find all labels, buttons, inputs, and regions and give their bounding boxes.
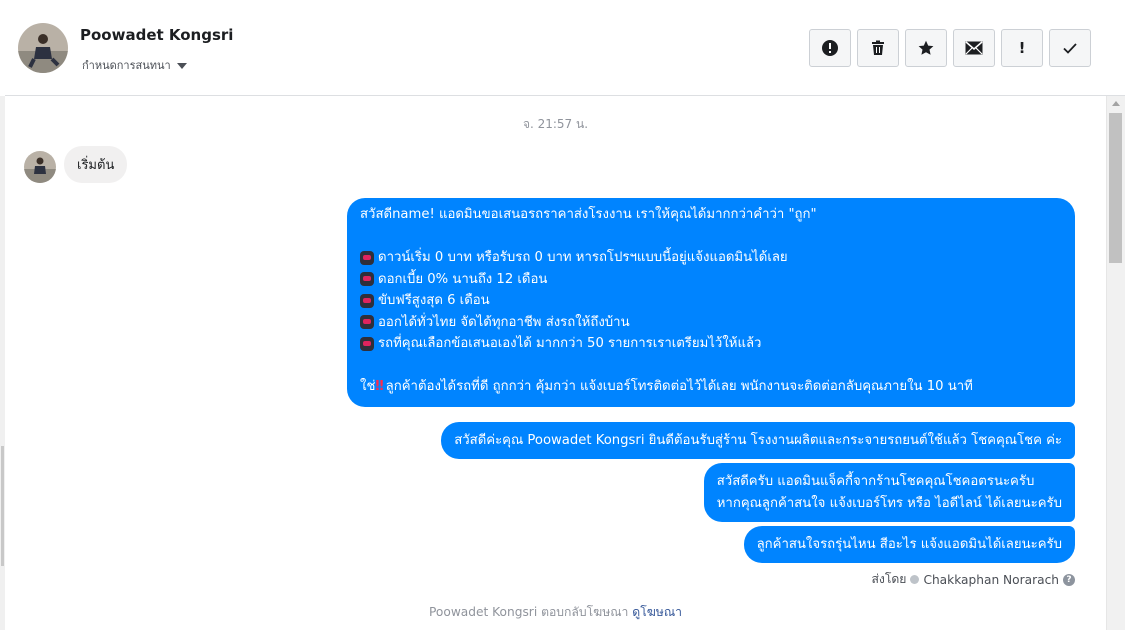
message-timestamp: จ. 21:57 น. — [522, 117, 589, 131]
outgoing-message-2: สวัสดีค่ะคุณ Poowadet Kongsri ยินดีต้อนร… — [441, 422, 1075, 459]
follow-up-button[interactable]: ! — [1001, 29, 1043, 67]
assign-label: กำหนดการสนทนา — [82, 59, 171, 72]
assign-conversation-dropdown[interactable]: กำหนดการสนทนา — [82, 56, 187, 74]
sent-by-info: ส่งโดย Chakkaphan Norarach ? — [871, 570, 1075, 589]
delete-button[interactable] — [857, 29, 899, 67]
view-ad-link[interactable]: ดูโฆษณา — [632, 605, 682, 619]
message-line: ใช่ ‼ ลูกค้าต้องได้รถที่ดี ถูกกว่า คุ้มก… — [360, 376, 1062, 398]
bullet-text: ออกได้ทั่วไทย จัดได้ทุกอาชีพ ส่งรถให้ถึง… — [378, 314, 630, 330]
done-button[interactable] — [1049, 29, 1091, 67]
car-emoji-icon — [360, 315, 374, 330]
message-prefix: ใช่ — [360, 379, 376, 394]
checkmark-icon — [1063, 43, 1077, 54]
message-bullet: ออกได้ทั่วไทย จัดได้ทุกอาชีพ ส่งรถให้ถึง… — [360, 312, 1062, 334]
outgoing-message-4: ลูกค้าสนใจรถรุ่นไหน สีอะไร แจ้งแอดมินได้… — [743, 526, 1075, 563]
star-button[interactable] — [905, 29, 947, 67]
message-text: ลูกค้าต้องได้รถที่ดี ถูกกว่า คุ้มกว่า แจ… — [385, 379, 973, 394]
exclamation-icon: ! — [1018, 39, 1026, 57]
conversation-header: Poowadet Kongsri กำหนดการสนทนา ! — [5, 0, 1125, 96]
envelope-icon — [965, 41, 983, 55]
car-emoji-icon — [360, 336, 374, 351]
bullet-text: ดอกเบี้ย 0% นานถึง 12 เดือน — [378, 271, 548, 287]
ad-reply-text: Poowadet Kongsri ตอบกลับโฆษณา — [429, 605, 629, 619]
sender-avatar — [24, 151, 56, 183]
ad-reply-note: Poowadet Kongsri ตอบกลับโฆษณา ดูโฆษณา — [5, 603, 1106, 622]
star-icon — [918, 40, 934, 55]
contact-avatar[interactable] — [18, 23, 68, 73]
incoming-message: เริ่มต้น — [64, 146, 128, 183]
message-line: สวัสดีครับ แอดมินแจ็คกี้จากร้านโชคคุณโชค… — [716, 474, 1035, 489]
caret-down-icon — [176, 62, 187, 69]
car-emoji-icon — [360, 272, 374, 287]
bullet-text: รถที่คุณเลือกข้อเสนอเองได้ มากกว่า 50 รา… — [378, 336, 762, 351]
outgoing-message-1: สวัสดีname! แอดมินขอเสนอรถราคาส่งโรงงาน … — [347, 198, 1075, 407]
conversation-actions: ! — [809, 29, 1091, 67]
help-icon[interactable]: ? — [1063, 573, 1075, 586]
bullet-text: ดาวน์เริ่ม 0 บาท หรือรับรถ 0 บาท หารถโปร… — [378, 250, 788, 265]
message-line: หากคุณลูกค้าสนใจ แจ้งเบอร์โทร หรือ ไอดีไ… — [716, 495, 1062, 511]
message-bullet: ขับฟรีสูงสุด 6 เดือน — [360, 290, 1062, 312]
outgoing-message-3: สวัสดีครับ แอดมินแจ็คกี้จากร้านโชคคุณโชค… — [703, 463, 1075, 522]
message-bullet: ดาวน์เริ่ม 0 บาท หรือรับรถ 0 บาท หารถโปร… — [360, 247, 1062, 269]
thread-scrollbar[interactable] — [1106, 96, 1125, 630]
message-line: สวัสดีname! แอดมินขอเสนอรถราคาส่งโรงงาน … — [360, 207, 817, 222]
mark-unread-button[interactable] — [953, 29, 995, 67]
car-emoji-icon — [360, 293, 374, 308]
trash-icon — [872, 40, 884, 55]
double-exclamation-icon: ‼ — [375, 379, 384, 394]
verified-icon — [910, 575, 920, 584]
message-thread[interactable]: จ. 21:57 น. เริ่มต้น สวัสดีname! แอดมินข… — [5, 96, 1106, 630]
scrollbar-thumb[interactable] — [1109, 113, 1122, 263]
alert-circle-icon — [822, 40, 838, 56]
message-bullet: รถที่คุณเลือกข้อเสนอเองได้ มากกว่า 50 รา… — [360, 333, 1062, 355]
spam-button[interactable] — [809, 29, 851, 67]
bullet-text: ขับฟรีสูงสุด 6 เดือน — [378, 293, 490, 308]
left-edge-mark — [1, 446, 4, 566]
car-emoji-icon — [360, 250, 374, 265]
contact-name[interactable]: Poowadet Kongsri — [80, 26, 233, 44]
sent-by-label: ส่งโดย — [871, 572, 907, 586]
message-bullet: ดอกเบี้ย 0% นานถึง 12 เดือน — [360, 269, 1062, 291]
sender-name[interactable]: Chakkaphan Norarach — [923, 573, 1059, 587]
scroll-up-icon[interactable] — [1112, 101, 1120, 106]
